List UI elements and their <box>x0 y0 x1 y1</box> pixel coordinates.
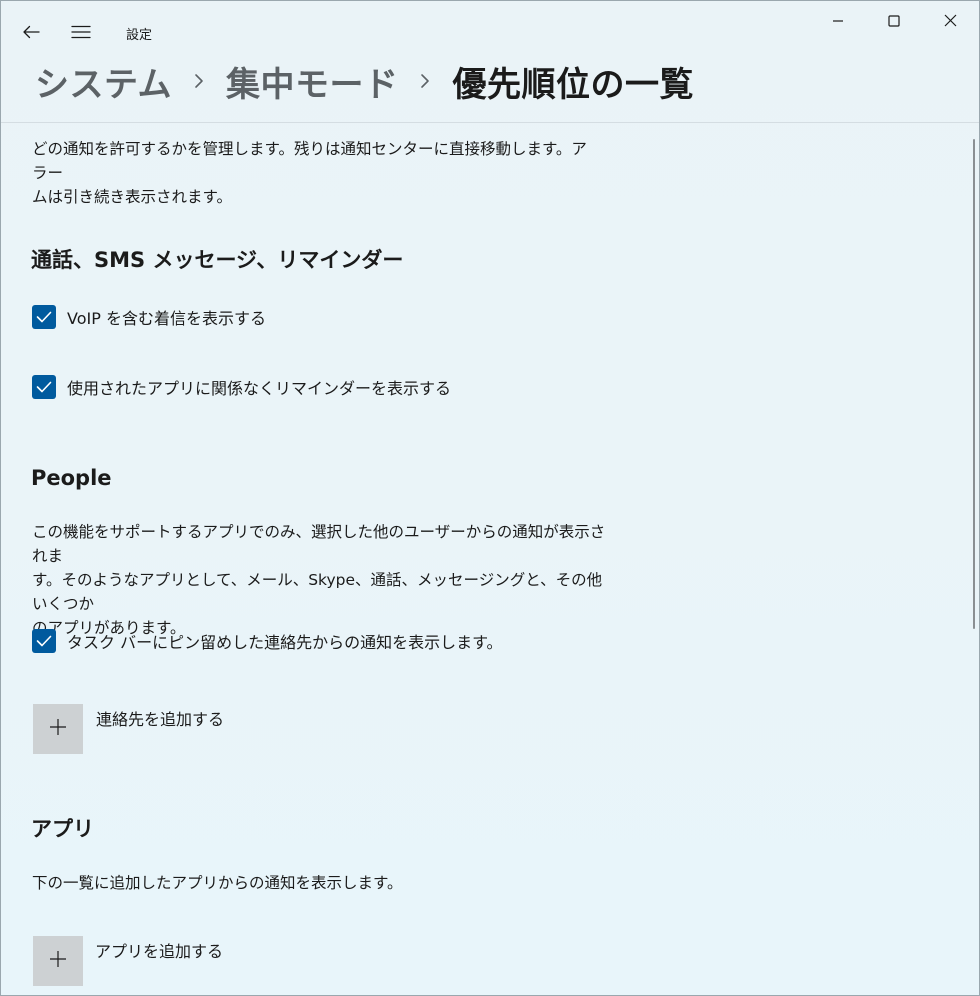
back-arrow-icon <box>22 24 40 43</box>
app-title: 設定 <box>126 28 153 43</box>
checkmark-icon <box>36 311 52 323</box>
breadcrumb: システム 集中モード 優先順位の一覧 <box>35 57 694 106</box>
add-contact-label: 連絡先を追加する <box>96 710 225 729</box>
hamburger-menu-icon <box>71 24 91 43</box>
calls-section-heading: 通話、SMS メッセージ、リマインダー <box>31 248 404 272</box>
people-description: この機能をサポートするアプリでのみ、選択した他のユーザーからの通知が表示されま … <box>32 523 606 637</box>
add-app-label: アプリを追加する <box>95 942 224 961</box>
pinned-contacts-label: タスク バーにピン留めした連絡先からの通知を表示します。 <box>67 633 503 652</box>
minimize-button[interactable] <box>810 5 866 37</box>
page-title: 優先順位の一覧 <box>452 64 694 105</box>
close-button[interactable] <box>922 5 978 37</box>
maximize-button[interactable] <box>866 5 922 37</box>
vertical-scrollbar[interactable] <box>973 139 975 629</box>
reminders-label: 使用されたアプリに関係なくリマインダーを表示する <box>67 379 452 398</box>
minimize-icon <box>832 12 844 31</box>
checkmark-icon <box>36 381 52 393</box>
voip-calls-option[interactable]: VoIP を含む着信を表示する <box>32 305 266 329</box>
add-contact-tile[interactable] <box>33 704 83 754</box>
plus-icon <box>49 950 67 972</box>
pinned-contacts-option[interactable]: タスク バーにピン留めした連絡先からの通知を表示します。 <box>32 629 503 653</box>
maximize-icon <box>888 12 900 31</box>
pinned-contacts-checkbox[interactable] <box>32 629 56 653</box>
reminders-checkbox[interactable] <box>32 375 56 399</box>
chevron-right-icon <box>172 59 226 103</box>
header-divider <box>1 122 979 123</box>
apps-description: 下の一覧に追加したアプリからの通知を表示します。 <box>32 874 403 892</box>
checkmark-icon <box>36 635 52 647</box>
people-section-heading: People <box>31 466 112 490</box>
settings-window: 設定 システム 集中モード 優先順位の一覧 どの通知を許可するかを管理します。残… <box>0 0 980 996</box>
breadcrumb-item-system[interactable]: システム <box>35 57 172 106</box>
intro-description: どの通知を許可するかを管理します。残りは通知センターに直接移動します。アラー ム… <box>32 140 587 206</box>
back-button[interactable] <box>15 17 47 49</box>
title-bar: 設定 <box>1 1 979 45</box>
breadcrumb-item-focus[interactable]: 集中モード <box>226 57 399 106</box>
navigation-menu-button[interactable] <box>65 17 97 49</box>
add-app-tile[interactable] <box>33 936 83 986</box>
plus-icon <box>49 718 67 740</box>
voip-calls-checkbox[interactable] <box>32 305 56 329</box>
close-icon <box>944 12 957 31</box>
apps-section-heading: アプリ <box>31 817 94 841</box>
chevron-right-icon <box>398 59 452 103</box>
voip-calls-label: VoIP を含む着信を表示する <box>67 309 266 328</box>
reminders-option[interactable]: 使用されたアプリに関係なくリマインダーを表示する <box>32 375 451 399</box>
